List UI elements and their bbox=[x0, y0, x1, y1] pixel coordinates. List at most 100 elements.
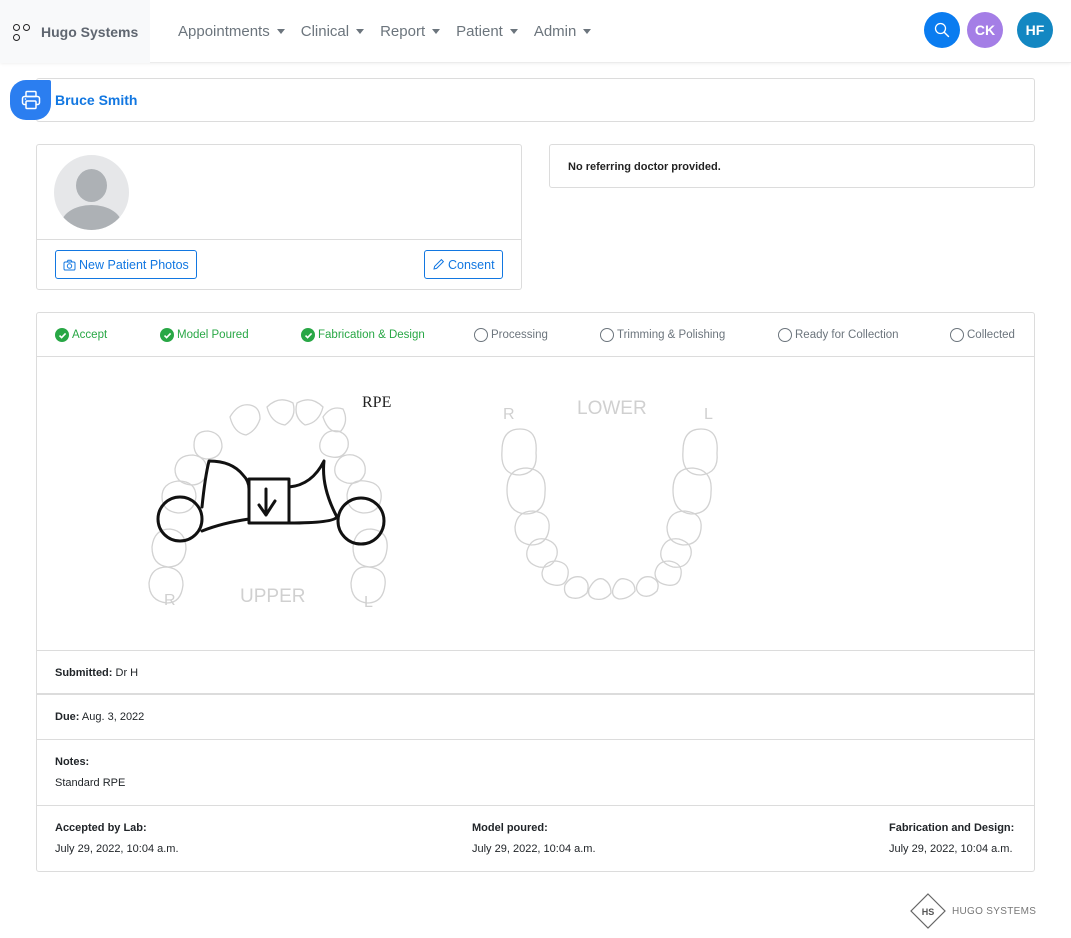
tooth bbox=[514, 510, 550, 546]
caret-down-icon bbox=[432, 29, 441, 34]
tooth bbox=[587, 578, 612, 601]
tooth bbox=[266, 399, 295, 426]
search-icon bbox=[934, 22, 950, 38]
history-label: Fabrication and Design: bbox=[889, 822, 1015, 834]
history-label: Model poured: bbox=[472, 822, 548, 834]
step-label: Trimming & Polishing bbox=[617, 329, 726, 341]
step-ready-for-collection[interactable]: Ready for Collection bbox=[778, 328, 899, 342]
caret-down-icon bbox=[356, 29, 365, 34]
notes-value: Standard RPE bbox=[55, 777, 126, 789]
step-model-poured[interactable]: Model Poured bbox=[160, 328, 249, 342]
step-processing[interactable]: Processing bbox=[474, 328, 548, 342]
print-button[interactable] bbox=[10, 80, 51, 120]
top-navbar: Hugo Systems Appointments Clinical Repor… bbox=[0, 0, 1071, 63]
rpe-band-left bbox=[336, 496, 386, 546]
dental-chart-svg: RPE UPPER R L LOWER R L bbox=[148, 394, 718, 611]
lower-arch bbox=[501, 428, 718, 601]
due-value: Aug. 3, 2022 bbox=[81, 711, 145, 723]
step-fabrication-design[interactable]: Fabrication & Design bbox=[301, 328, 425, 342]
brand[interactable]: Hugo Systems bbox=[0, 0, 150, 63]
brand-name: Hugo Systems bbox=[41, 23, 139, 40]
lower-right-label: R bbox=[503, 406, 515, 423]
menu-label: Patient bbox=[456, 23, 503, 40]
empty-circle-icon bbox=[778, 328, 792, 342]
due-label: Due: bbox=[55, 711, 80, 723]
history-value: July 29, 2022, 10:04 a.m. bbox=[472, 843, 596, 855]
tooth bbox=[295, 399, 324, 426]
step-collected[interactable]: Collected bbox=[950, 328, 1015, 342]
empty-circle-icon bbox=[950, 328, 964, 342]
menu-clinical[interactable]: Clinical bbox=[300, 23, 365, 40]
patient-header: Bruce Smith bbox=[36, 78, 1035, 122]
tooth bbox=[563, 576, 589, 599]
patient-name[interactable]: Bruce Smith bbox=[55, 92, 137, 108]
caret-down-icon bbox=[583, 29, 592, 34]
caret-down-icon bbox=[509, 29, 518, 34]
hs-diamond-logo-icon: HS bbox=[910, 893, 946, 929]
step-label: Processing bbox=[491, 329, 548, 341]
new-patient-photos-label: New Patient Photos bbox=[79, 257, 189, 272]
patient-avatar bbox=[54, 155, 129, 230]
step-accept[interactable]: Accept bbox=[55, 328, 107, 342]
svg-text:HS: HS bbox=[922, 907, 935, 917]
notes-row: Notes: Standard RPE bbox=[37, 740, 1034, 806]
footer-logo: HS HUGO SYSTEMS bbox=[910, 893, 1036, 929]
rpe-body-left bbox=[287, 459, 339, 525]
menu-admin[interactable]: Admin bbox=[534, 23, 592, 40]
rpe-arrow-icon bbox=[257, 487, 277, 517]
tooth bbox=[666, 510, 702, 546]
search-button[interactable] bbox=[924, 12, 960, 48]
step-label: Model Poured bbox=[177, 329, 249, 341]
tooth bbox=[151, 528, 187, 568]
menu-label: Appointments bbox=[178, 23, 270, 40]
tooth bbox=[526, 538, 558, 568]
rpe-body-right bbox=[200, 459, 251, 533]
user-avatar-hf[interactable]: HF bbox=[1017, 12, 1053, 48]
new-patient-photos-button[interactable]: New Patient Photos bbox=[55, 250, 197, 279]
lower-left-label: L bbox=[704, 406, 713, 423]
rpe-annotation: RPE bbox=[362, 394, 391, 411]
rpe-band-right bbox=[156, 495, 204, 543]
tooth bbox=[541, 560, 569, 586]
card-divider bbox=[37, 239, 521, 240]
tooth bbox=[352, 528, 388, 568]
menu-report[interactable]: Report bbox=[380, 23, 441, 40]
tooth bbox=[322, 407, 347, 433]
nav-actions: CK HF bbox=[924, 12, 1053, 48]
tooth bbox=[319, 430, 349, 458]
pencil-icon bbox=[433, 258, 445, 270]
user-avatar-ck[interactable]: CK bbox=[967, 12, 1003, 48]
notes-label: Notes: bbox=[55, 756, 90, 768]
consent-button[interactable]: Consent bbox=[424, 250, 503, 279]
rpe-appliance-drawing bbox=[156, 459, 386, 546]
lab-order-card: Accept Model Poured Fabrication & Design… bbox=[36, 312, 1035, 872]
step-label: Collected bbox=[967, 329, 1015, 341]
tooth bbox=[334, 454, 366, 484]
history-value: July 29, 2022, 10:04 a.m. bbox=[55, 843, 179, 855]
avatar-body bbox=[61, 205, 122, 230]
footer-logo-text: HUGO SYSTEMS bbox=[952, 905, 1037, 917]
tooth bbox=[193, 430, 223, 460]
tooth bbox=[635, 576, 659, 597]
avatar-head bbox=[76, 169, 107, 202]
history-label: Accepted by Lab: bbox=[55, 822, 147, 834]
menu-appointments[interactable]: Appointments bbox=[178, 23, 285, 40]
menu-label: Clinical bbox=[300, 23, 350, 40]
submitted-value: Dr H bbox=[115, 667, 139, 679]
tooth bbox=[672, 467, 712, 515]
step-trimming-polishing[interactable]: Trimming & Polishing bbox=[600, 328, 725, 342]
tooth bbox=[229, 404, 261, 436]
check-circle-icon bbox=[55, 328, 69, 342]
upper-left-label: L bbox=[364, 594, 373, 611]
step-label: Fabrication & Design bbox=[318, 329, 425, 341]
dental-chart: RPE UPPER R L LOWER R L bbox=[37, 357, 1034, 651]
empty-circle-icon bbox=[600, 328, 614, 342]
menu-patient[interactable]: Patient bbox=[456, 23, 518, 40]
upper-right-label: R bbox=[164, 592, 176, 609]
due-row: Due: Aug. 3, 2022 bbox=[37, 695, 1034, 740]
camera-icon bbox=[63, 259, 76, 270]
submitted-label: Submitted: bbox=[55, 667, 113, 679]
status-steps: Accept Model Poured Fabrication & Design… bbox=[37, 313, 1034, 357]
upper-label: UPPER bbox=[240, 586, 305, 607]
referring-doctor-text: No referring doctor provided. bbox=[568, 161, 721, 173]
